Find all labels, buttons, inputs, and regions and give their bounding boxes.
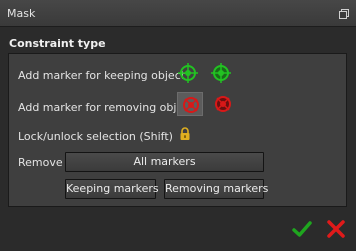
- remove-row-label: Remove: [18, 156, 63, 169]
- keep-marker-label: Add marker for keeping object: [18, 69, 186, 82]
- red-target-icon: [183, 97, 199, 113]
- ok-checkmark-icon[interactable]: [292, 219, 312, 239]
- remove-keeping-markers-button[interactable]: Keeping markers: [65, 179, 159, 199]
- window-title: Mask: [7, 7, 36, 20]
- title-bar: Mask: [0, 0, 356, 27]
- green-target-plus-icon: [178, 63, 198, 83]
- keep-marker-brush-button[interactable]: [208, 61, 234, 85]
- remove-marker-add-button[interactable]: [177, 92, 203, 116]
- mask-dialog: Mask Constraint type Add marker for keep…: [0, 0, 356, 251]
- lock-icon[interactable]: [179, 127, 191, 144]
- lock-selection-label: Lock/unlock selection (Shift): [18, 130, 173, 143]
- remove-marker-brush-button[interactable]: [210, 92, 236, 116]
- remove-all-markers-button[interactable]: All markers: [65, 152, 264, 172]
- remove-marker-label: Add marker for removing object: [18, 101, 194, 114]
- constraint-panel: Add marker for keeping object Add marker…: [8, 53, 347, 207]
- remove-removing-markers-button[interactable]: Removing markers: [164, 179, 268, 199]
- red-target-minus-icon: [215, 96, 231, 112]
- keep-marker-add-button[interactable]: [175, 61, 201, 85]
- restore-window-icon[interactable]: [338, 8, 350, 20]
- cancel-x-icon[interactable]: [326, 219, 346, 239]
- green-target-icon: [211, 63, 231, 83]
- section-title: Constraint type: [9, 37, 106, 50]
